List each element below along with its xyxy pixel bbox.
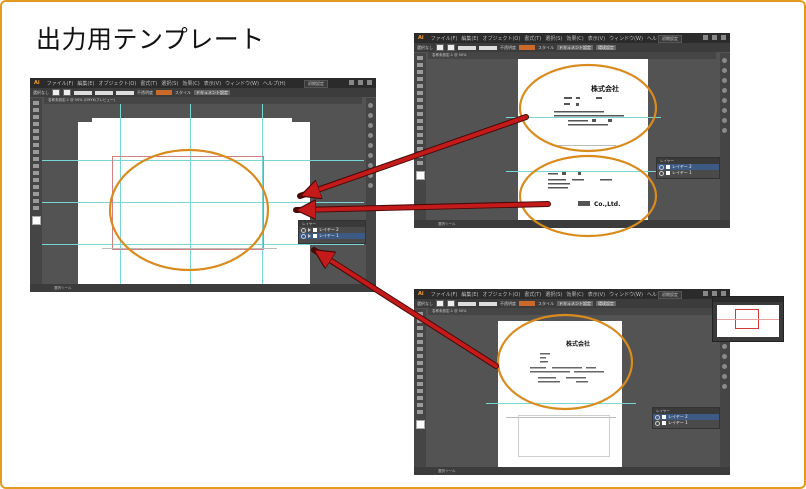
annotation-overlay: [108, 63, 658, 411]
highlight-ellipse-top: [518, 63, 658, 153]
arrow-from-top: [306, 115, 528, 194]
highlight-ellipse-mid: [518, 154, 658, 238]
highlight-ellipse-bottom: [496, 313, 634, 411]
arrow-from-bottom: [319, 253, 498, 368]
highlight-ellipse-main: [108, 148, 270, 272]
